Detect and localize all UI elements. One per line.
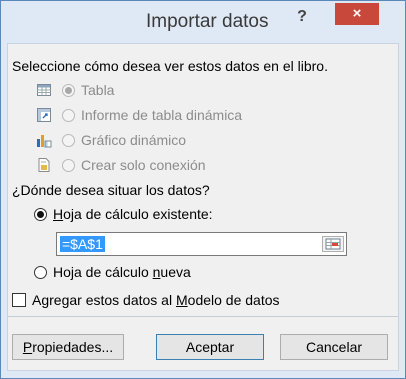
accept-button[interactable]: Aceptar [156,334,264,360]
option-pivot-table: Informe de tabla dinámica [36,107,242,123]
view-prompt: Seleccione cómo desea ver estos datos en… [12,58,328,74]
option-new-sheet[interactable]: Hoja de cálculo nueva [34,264,191,280]
import-data-dialog: Importar datos ? × Seleccione cómo desea… [0,0,406,379]
option-connection-only-label: Crear solo conexión [81,157,206,173]
pivot-table-icon [36,107,52,123]
range-select-button[interactable] [322,236,344,252]
data-model-option[interactable]: Agregar estos datos al Modelo de datos [12,292,280,308]
option-table-label: Tabla [81,82,115,98]
data-model-checkbox[interactable] [12,293,26,307]
option-pivot-chart: Gráfico dinámico [36,132,186,148]
radio-table[interactable] [62,83,75,97]
option-existing-sheet[interactable]: Hoja de cálculo existente: [34,206,213,222]
dialog-body: Seleccione cómo desea ver estos datos en… [7,43,399,371]
option-connection-only: Crear solo conexión [36,157,206,173]
range-input-value: =$A$1 [60,236,105,252]
properties-button[interactable]: Propiedades... [12,334,124,360]
range-select-icon [325,238,341,250]
location-prompt: ¿Dónde desea situar los datos? [12,182,210,198]
new-sheet-label: Hoja de cálculo nueva [53,264,191,280]
help-button[interactable]: ? [291,6,313,28]
radio-pivot-chart[interactable] [62,133,75,147]
pivot-chart-icon [36,132,52,148]
dialog-title: Importar datos [146,11,269,32]
radio-new-sheet[interactable] [34,265,47,279]
radio-connection-only[interactable] [62,158,75,172]
connection-icon [36,157,52,173]
radio-pivot-table[interactable] [62,108,75,122]
cancel-button[interactable]: Cancelar [280,334,388,360]
title-bar[interactable]: Importar datos ? × [1,1,405,43]
close-button[interactable]: × [335,3,379,25]
option-pivot-chart-label: Gráfico dinámico [81,132,187,148]
data-model-label: Agregar estos datos al Modelo de datos [32,292,280,308]
option-table: Tabla [36,82,114,98]
option-pivot-table-label: Informe de tabla dinámica [81,107,243,123]
table-icon [36,82,52,98]
existing-sheet-label: Hoja de cálculo existente: [53,206,213,222]
separator [8,316,398,317]
radio-existing-sheet[interactable] [34,207,47,221]
range-input[interactable]: =$A$1 [56,232,347,256]
properties-button-label: Propiedades... [22,339,114,355]
